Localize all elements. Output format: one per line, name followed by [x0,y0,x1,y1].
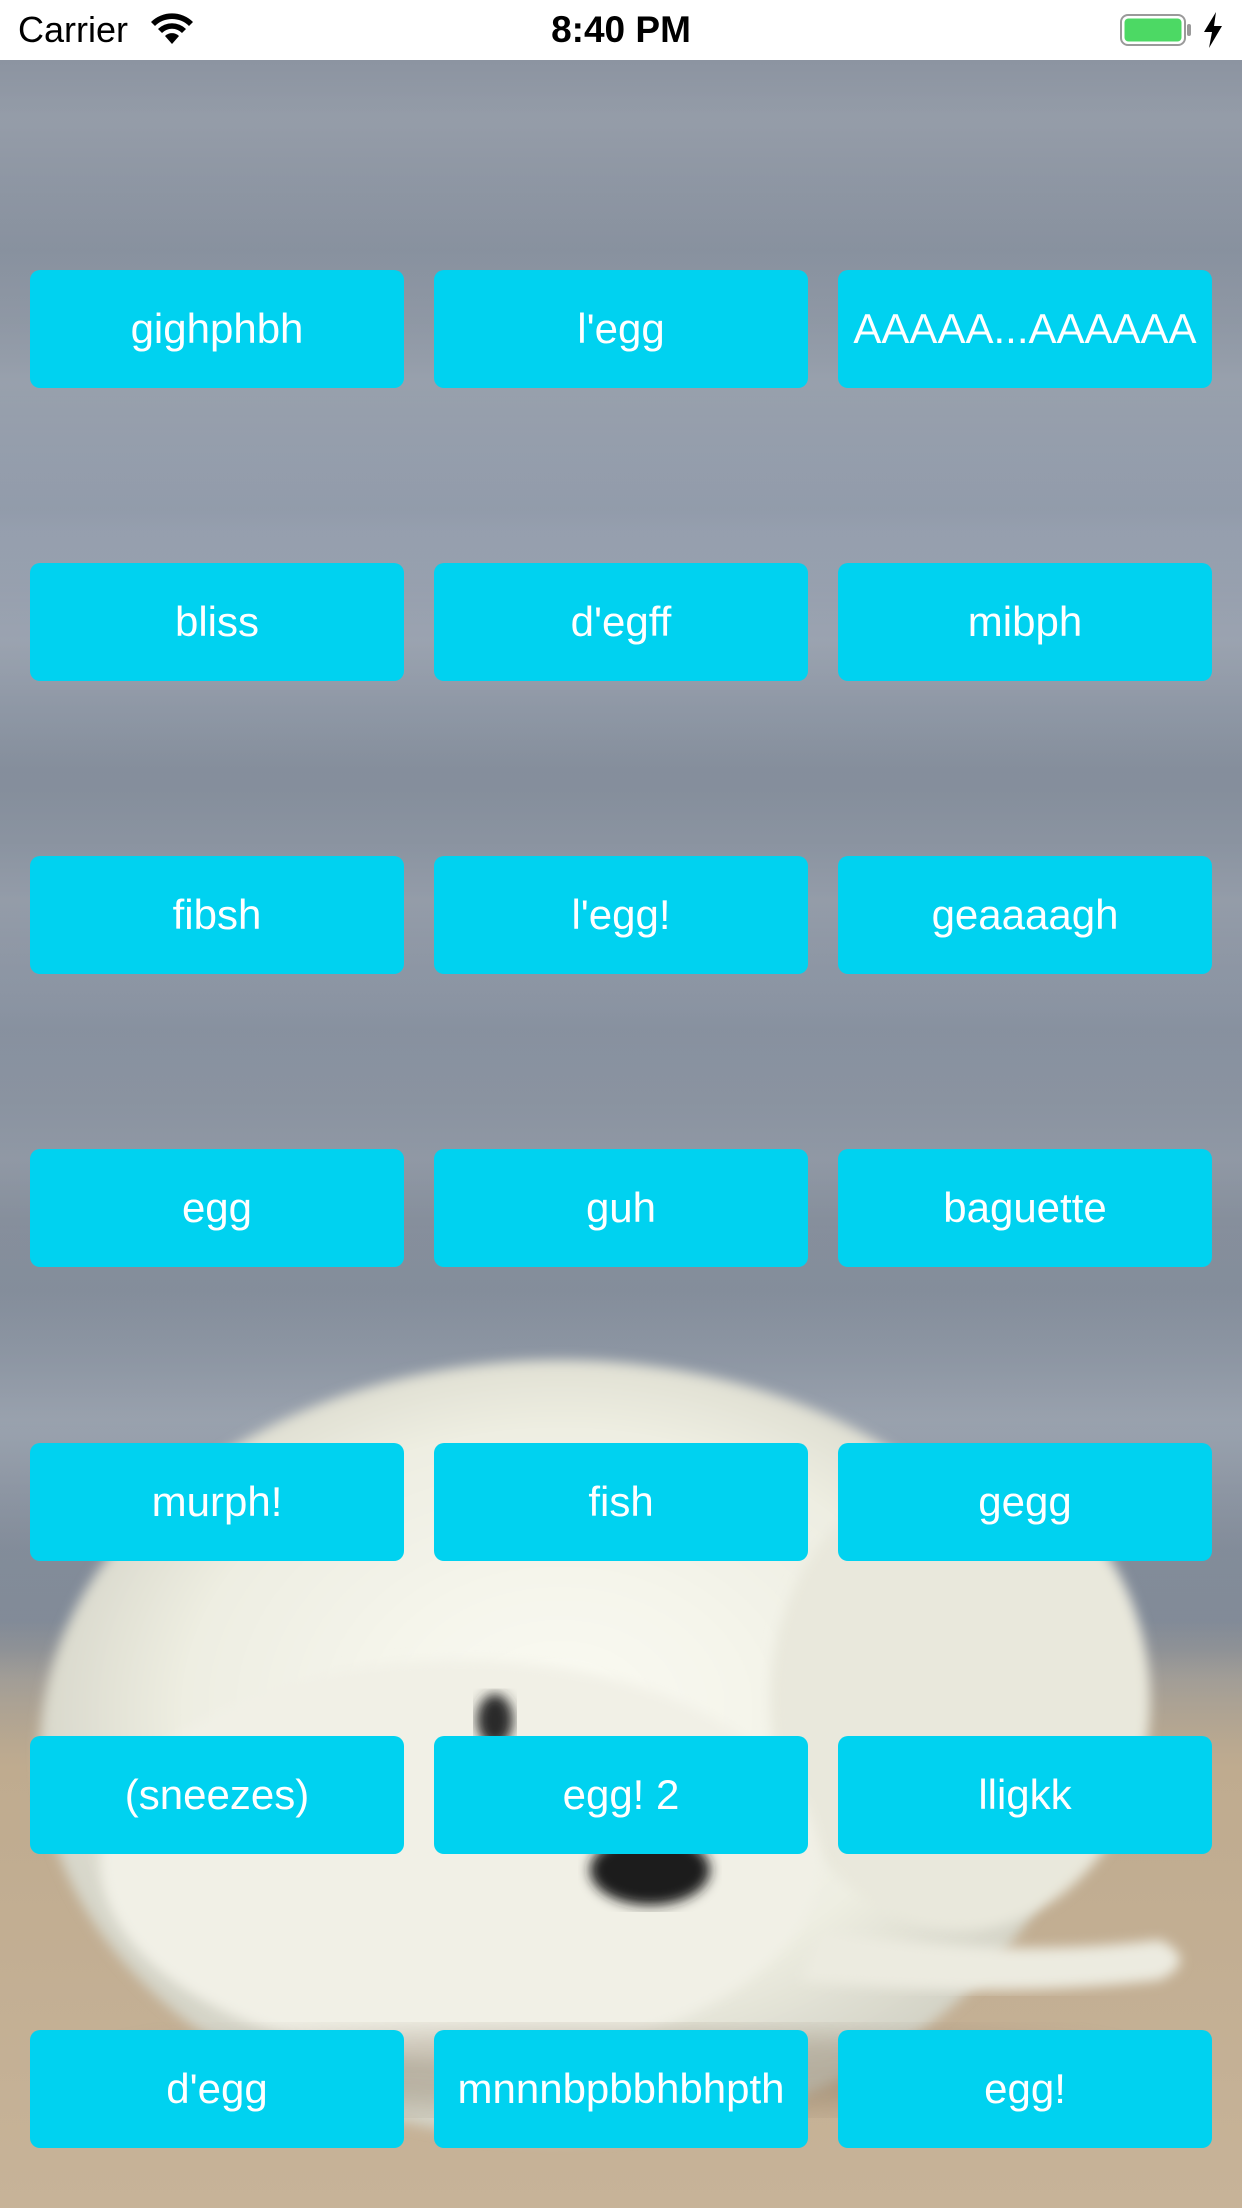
sound-button-aaaaa[interactable]: AAAAA...AAAAAA [838,270,1212,388]
sound-button-murph[interactable]: murph! [30,1443,404,1561]
status-bar: Carrier 8:40 PM [0,0,1242,60]
sound-button-egg-exclaim[interactable]: egg! [838,2030,1212,2148]
soundboard-screen: Carrier 8:40 PM gighphbh l'egg AAAAA...A… [0,0,1242,2208]
sound-button-guh[interactable]: guh [434,1149,808,1267]
sound-button-fish[interactable]: fish [434,1443,808,1561]
sound-button-bliss[interactable]: bliss [30,563,404,681]
sound-button-degg[interactable]: d'egg [30,2030,404,2148]
sound-button-baguette[interactable]: baguette [838,1149,1212,1267]
sound-button-egg[interactable]: egg [30,1149,404,1267]
clock: 8:40 PM [551,9,691,50]
sound-button-lligkk[interactable]: lligkk [838,1736,1212,1854]
sound-button-sneezes[interactable]: (sneezes) [30,1736,404,1854]
sound-button-fibsh[interactable]: fibsh [30,856,404,974]
sound-button-legg-exclaim[interactable]: l'egg! [434,856,808,974]
sound-button-grid: gighphbh l'egg AAAAA...AAAAAA bliss d'eg… [0,0,1242,2208]
sound-button-degff[interactable]: d'egff [434,563,808,681]
battery-icon [1120,14,1191,46]
sound-button-legg[interactable]: l'egg [434,270,808,388]
sound-button-mnnnbpbbhbhpth[interactable]: mnnnbpbbhbhpth [434,2030,808,2148]
sound-button-geaaaagh[interactable]: geaaaagh [838,856,1212,974]
sound-button-gighphbh[interactable]: gighphbh [30,270,404,388]
sound-button-egg-2[interactable]: egg! 2 [434,1736,808,1854]
sound-button-gegg[interactable]: gegg [838,1443,1212,1561]
charging-bolt-icon [1204,12,1222,48]
sound-button-mibph[interactable]: mibph [838,563,1212,681]
